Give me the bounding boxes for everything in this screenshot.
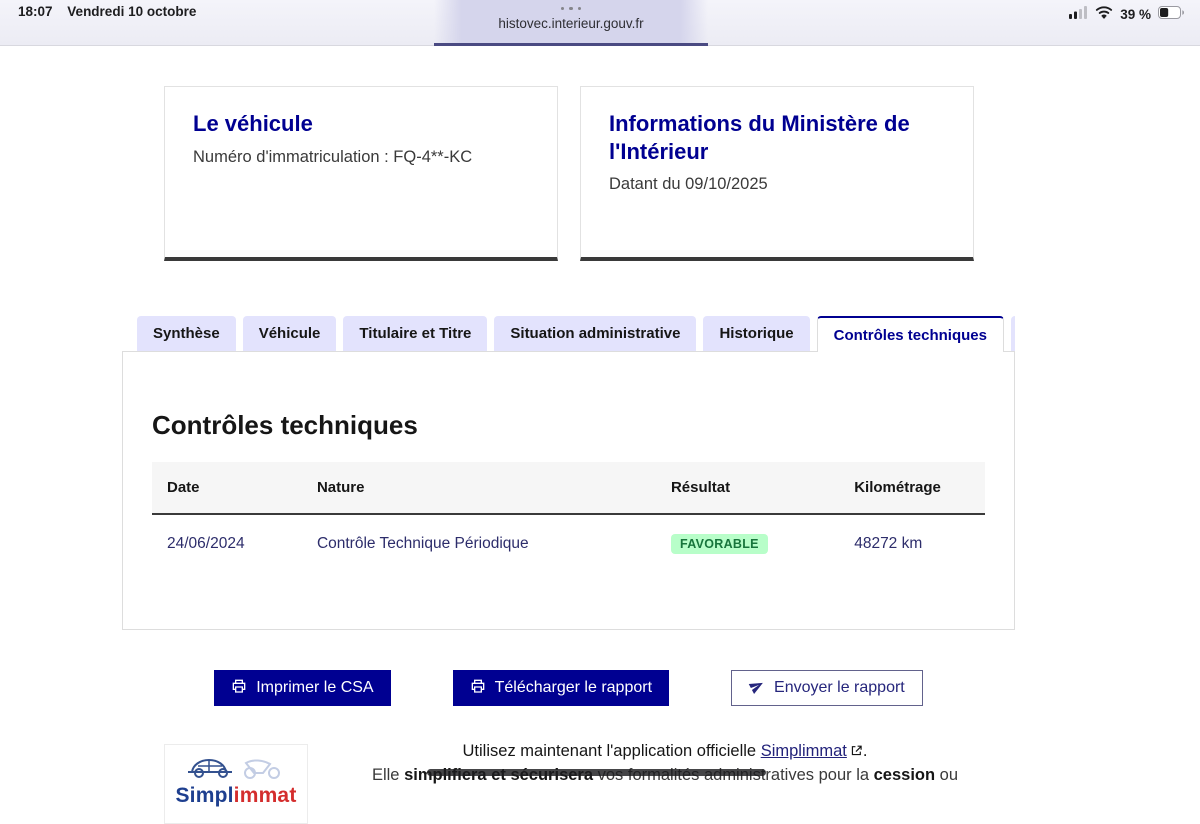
controles-techniques-table: Date Nature Résultat Kilométrage 24/06/2… (152, 462, 985, 560)
vehicle-card-title: Le véhicule (193, 110, 529, 138)
tab-situation-administrative[interactable]: Situation administrative (494, 316, 696, 351)
col-header-resultat: Résultat (656, 462, 839, 514)
battery-icon (1158, 6, 1185, 24)
send-report-label: Envoyer le rapport (774, 679, 905, 697)
address-url[interactable]: histovec.interieur.gouv.fr (434, 16, 708, 31)
registration-number-line: Numéro d'immatriculation : FQ-4**-KC (193, 148, 529, 167)
external-link-icon (850, 741, 863, 764)
col-header-nature: Nature (302, 462, 656, 514)
wifi-icon (1095, 5, 1113, 24)
tab-controles-techniques[interactable]: Contrôles techniques (817, 316, 1004, 352)
statusbar-date: Vendredi 10 octobre (67, 4, 196, 19)
controles-techniques-panel: Contrôles techniques Date Nature Résulta… (122, 351, 1015, 630)
home-indicator-bar[interactable] (427, 769, 766, 776)
tab-kilometrage[interactable]: Kilométrage (1011, 316, 1015, 351)
histovec-page: { "status_bar": { "time": "18:07", "date… (0, 0, 1200, 788)
tab-vehicule[interactable]: Véhicule (243, 316, 337, 351)
send-report-button[interactable]: Envoyer le rapport (731, 670, 923, 706)
cell-date: 24/06/2024 (152, 514, 302, 560)
promo-period: . (863, 742, 868, 760)
tab-titulaire-et-titre[interactable]: Titulaire et Titre (343, 316, 487, 351)
promo-intro: Utilisez maintenant l'application offici… (463, 742, 761, 760)
col-header-date: Date (152, 462, 302, 514)
send-icon (749, 678, 765, 699)
ministry-info-card: Informations du Ministère de l'Intérieur… (580, 86, 974, 261)
download-report-label: Télécharger le rapport (495, 679, 652, 697)
cell-nature: Contrôle Technique Périodique (302, 514, 656, 560)
report-tabs: Synthèse Véhicule Titulaire et Titre Sit… (122, 316, 1015, 352)
col-header-kilometrage: Kilométrage (839, 462, 985, 514)
download-report-button[interactable]: Télécharger le rapport (453, 670, 669, 706)
ellipsis-icon[interactable] (434, 6, 708, 11)
simplimmat-link[interactable]: Simplimmat (761, 742, 847, 760)
statusbar-time: 18:07 (18, 4, 53, 19)
cellular-signal-icon (1069, 6, 1088, 24)
tab-historique[interactable]: Historique (703, 316, 809, 351)
simplimmat-logo: Simplimmat (164, 744, 308, 824)
statusbar-indicators: 39 % (1069, 5, 1185, 24)
promo-line1: Utilisez maintenant l'application offici… (318, 740, 1012, 764)
summary-cards: Le véhicule Numéro d'immatriculation : F… (164, 86, 974, 261)
printer-icon (470, 678, 486, 699)
simplimmat-promo-text: Utilisez maintenant l'application offici… (318, 740, 1012, 787)
printer-icon (231, 678, 247, 699)
vehicle-card: Le véhicule Numéro d'immatriculation : F… (164, 86, 558, 261)
report-date-line: Datant du 09/10/2025 (609, 175, 945, 194)
print-csa-label: Imprimer le CSA (256, 679, 373, 697)
status-badge: FAVORABLE (671, 534, 768, 554)
report-actions: Imprimer le CSA Télécharger le rapport E… (122, 670, 1015, 706)
car-and-motorcycle-icon (186, 750, 286, 780)
cell-resultat: FAVORABLE (656, 514, 839, 560)
table-row: 24/06/2024 Contrôle Technique Périodique… (152, 514, 985, 560)
ministry-info-card-title: Informations du Ministère de l'Intérieur (609, 110, 945, 165)
table-header-row: Date Nature Résultat Kilométrage (152, 462, 985, 514)
print-csa-button[interactable]: Imprimer le CSA (214, 670, 390, 706)
battery-percent-label: 39 % (1120, 7, 1151, 22)
panel-heading: Contrôles techniques (152, 410, 985, 441)
tab-synthese[interactable]: Synthèse (137, 316, 236, 351)
cell-kilometrage: 48272 km (839, 514, 985, 560)
statusbar-datetime: 18:07 Vendredi 10 octobre (18, 4, 196, 19)
safari-top-bar: 18:07 Vendredi 10 octobre histovec.inter… (0, 0, 1200, 46)
safari-address-tab[interactable]: histovec.interieur.gouv.fr (434, 0, 708, 46)
